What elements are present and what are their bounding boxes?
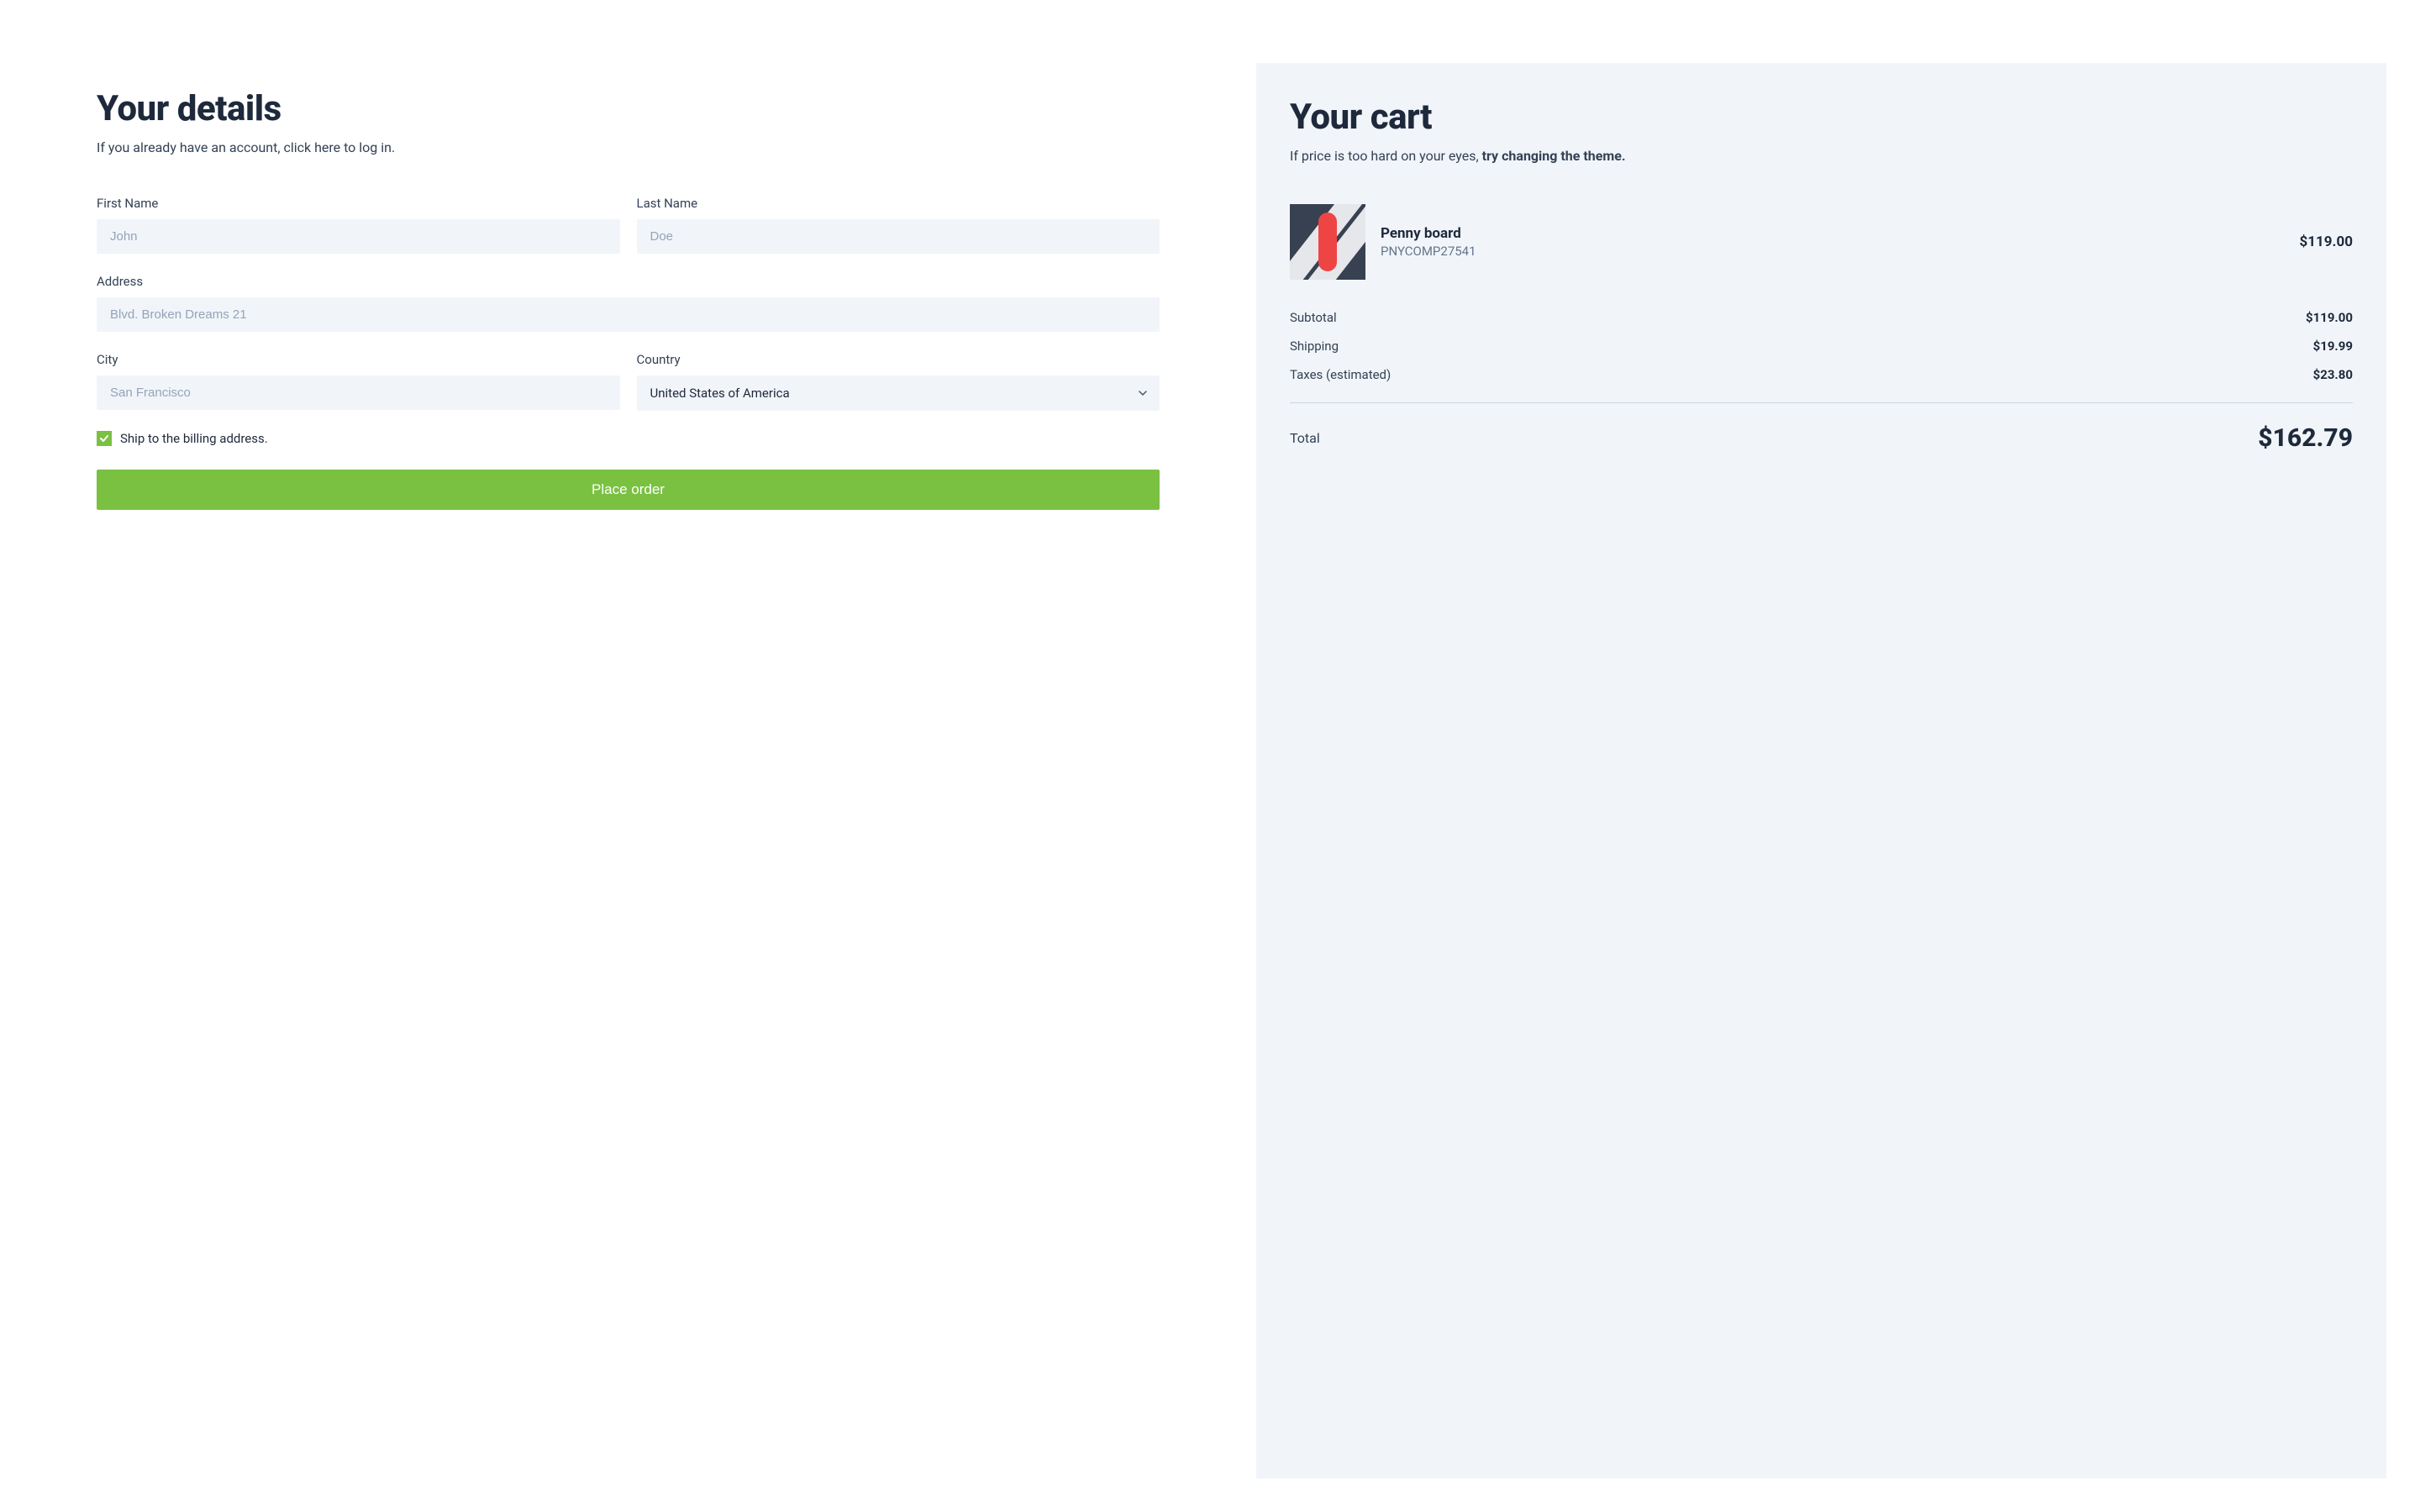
cart-item-price: $119.00 xyxy=(2300,234,2353,250)
details-panel: Your details If you already have an acco… xyxy=(34,63,1223,1478)
total-label: Total xyxy=(1290,430,1320,446)
country-selected-value: United States of America xyxy=(637,375,1160,411)
subtotal-label: Subtotal xyxy=(1290,310,1337,325)
cart-heading: Your cart xyxy=(1290,97,2353,138)
total-row: Total $162.79 xyxy=(1290,417,2353,459)
details-subtitle: If you already have an account, click he… xyxy=(97,139,1160,155)
cart-item-name: Penny board xyxy=(1381,225,2285,242)
city-input[interactable] xyxy=(97,375,620,410)
country-select[interactable]: United States of America xyxy=(637,375,1160,411)
details-heading: Your details xyxy=(97,88,1160,129)
address-label: Address xyxy=(97,274,1160,289)
shipping-row: Shipping $19.99 xyxy=(1290,332,2353,360)
cart-item-sku: PNYCOMP27541 xyxy=(1381,244,2285,259)
taxes-row: Taxes (estimated) $23.80 xyxy=(1290,360,2353,389)
first-name-label: First Name xyxy=(97,196,620,211)
first-name-input[interactable] xyxy=(97,219,620,254)
shipping-value: $19.99 xyxy=(2313,339,2353,354)
check-icon xyxy=(99,433,109,444)
taxes-label: Taxes (estimated) xyxy=(1290,367,1391,382)
ship-to-billing-label: Ship to the billing address. xyxy=(120,431,268,446)
last-name-input[interactable] xyxy=(637,219,1160,254)
subtotal-row: Subtotal $119.00 xyxy=(1290,303,2353,332)
cart-subtitle: If price is too hard on your eyes, try c… xyxy=(1290,148,2353,164)
total-value: $162.79 xyxy=(2258,423,2353,453)
summary-divider xyxy=(1290,402,2353,403)
country-label: Country xyxy=(637,352,1160,367)
last-name-label: Last Name xyxy=(637,196,1160,211)
shipping-label: Shipping xyxy=(1290,339,1339,354)
place-order-button[interactable]: Place order xyxy=(97,470,1160,510)
cart-item-image xyxy=(1290,204,1365,280)
taxes-value: $23.80 xyxy=(2313,367,2353,382)
cart-panel: Your cart If price is too hard on your e… xyxy=(1256,63,2386,1478)
subtotal-value: $119.00 xyxy=(2306,310,2353,325)
ship-to-billing-checkbox[interactable] xyxy=(97,431,112,446)
city-label: City xyxy=(97,352,620,367)
cart-item: Penny board PNYCOMP27541 $119.00 xyxy=(1290,204,2353,280)
address-input[interactable] xyxy=(97,297,1160,332)
